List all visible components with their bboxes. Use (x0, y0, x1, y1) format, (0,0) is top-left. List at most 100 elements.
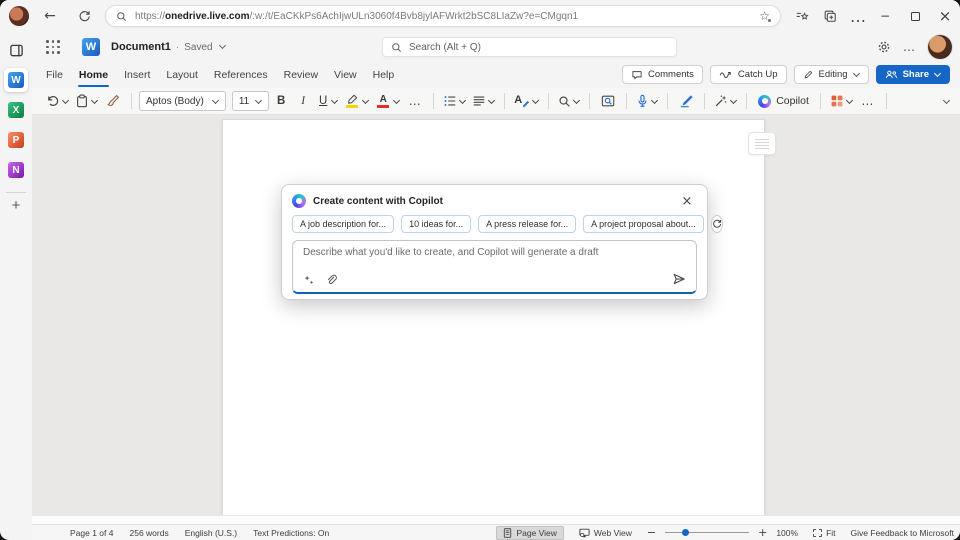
copilot-button[interactable]: Copilot (754, 95, 813, 108)
editor-button[interactable] (675, 90, 697, 112)
catch-up-button[interactable]: Catch Up (710, 65, 787, 84)
tab-help[interactable]: Help (365, 62, 403, 88)
sparkle-icon[interactable] (303, 274, 315, 286)
tab-file[interactable]: File (38, 62, 71, 88)
rail-item-excel[interactable]: X (4, 98, 28, 122)
zoom-slider[interactable] (665, 532, 749, 534)
fit-button[interactable]: Fit (807, 527, 841, 539)
highlight-button[interactable] (342, 90, 371, 112)
maximize-button[interactable] (900, 2, 930, 30)
app-launcher-button[interactable] (46, 40, 60, 54)
toolbar-overflow-button[interactable]: … (857, 90, 879, 112)
chevron-down-icon (532, 98, 539, 105)
minimize-icon: − (880, 9, 890, 23)
rail-item-powerpoint[interactable]: P (4, 128, 28, 152)
collections-button[interactable] (819, 5, 841, 27)
share-button[interactable]: Share (876, 65, 950, 84)
tab-insert[interactable]: Insert (116, 62, 158, 88)
divider (504, 93, 505, 109)
header-more-button[interactable]: … (903, 40, 916, 54)
tab-references[interactable]: References (206, 62, 276, 88)
suggestion-chip[interactable]: A project proposal about... (583, 215, 704, 233)
web-view-button[interactable]: Web View (573, 527, 638, 539)
suggestion-chip[interactable]: A press release for... (478, 215, 576, 233)
font-size-value: 11 (239, 96, 249, 107)
copilot-dialog-title: Create content with Copilot (313, 196, 443, 207)
rail-item-word[interactable]: W (4, 68, 28, 92)
find-button[interactable] (556, 90, 582, 112)
tab-review[interactable]: Review (276, 62, 326, 88)
comments-button[interactable]: Comments (622, 65, 703, 84)
tab-home[interactable]: Home (71, 62, 116, 88)
feedback-link[interactable]: Give Feedback to Microsoft (851, 528, 954, 538)
page-count[interactable]: Page 1 of 4 (70, 528, 113, 538)
format-painter-button[interactable] (102, 90, 124, 112)
document-title-group[interactable]: Document1 · Saved (111, 41, 226, 53)
command-bar: Aptos (Body) 11 B I U (32, 88, 960, 115)
sidebar-panel-button[interactable] (4, 38, 28, 62)
font-color-button[interactable]: A (373, 90, 402, 112)
font-name-select[interactable]: Aptos (Body) (139, 91, 226, 111)
align-button[interactable] (470, 90, 497, 112)
undo-button[interactable] (44, 90, 71, 112)
font-name-value: Aptos (Body) (146, 96, 204, 107)
copilot-label: Copilot (776, 95, 809, 107)
bold-button[interactable]: B (271, 95, 291, 107)
collections-icon (823, 9, 837, 23)
refresh-suggestions-button[interactable] (711, 215, 723, 233)
favorites-button[interactable] (791, 5, 813, 27)
prompt-textarea[interactable] (303, 247, 686, 268)
styles-button[interactable]: A (512, 90, 541, 112)
font-more-button[interactable]: … (404, 90, 426, 112)
editing-mode-button[interactable]: Editing (794, 65, 869, 84)
text-predictions[interactable]: Text Predictions: On (253, 528, 329, 538)
font-size-select[interactable]: 11 (232, 91, 269, 111)
underline-label: U (317, 95, 329, 107)
attach-paperclip-icon[interactable] (325, 274, 337, 286)
close-button[interactable]: × (930, 2, 960, 30)
add-app-button[interactable]: + (4, 197, 28, 214)
page-view-button[interactable]: Page View (496, 526, 563, 540)
horizontal-scrollbar[interactable] (32, 515, 960, 524)
underline-button[interactable]: U (315, 90, 340, 112)
word-count[interactable]: 256 words (129, 528, 168, 538)
url-text: https://onedrive.live.com/:w:/t/EaCKkPs6… (135, 11, 578, 22)
bookmark-button[interactable]: ☆ (759, 10, 770, 22)
document-page[interactable] (222, 119, 765, 515)
suggestion-chip[interactable]: 10 ideas for... (401, 215, 471, 233)
margin-note-button[interactable] (748, 132, 776, 155)
tab-layout[interactable]: Layout (158, 62, 206, 88)
language[interactable]: English (U.S.) (185, 528, 237, 538)
font-color-letter: A (380, 95, 387, 104)
browser-menu-button[interactable]: … (847, 5, 869, 27)
user-avatar[interactable] (928, 35, 952, 59)
paste-button[interactable] (73, 90, 100, 112)
zoom-in-button[interactable]: + (758, 526, 767, 539)
refresh-button[interactable] (71, 3, 97, 29)
address-bar[interactable]: https://onedrive.live.com/:w:/t/EaCKkPs6… (105, 5, 781, 27)
zoom-out-button[interactable]: − (647, 526, 656, 539)
refresh-icon (78, 10, 91, 23)
minimize-button[interactable]: − (870, 2, 900, 30)
autoformat-button[interactable] (712, 90, 739, 112)
search-input[interactable]: Search (Alt + Q) (382, 37, 677, 57)
bullets-button[interactable] (441, 90, 468, 112)
designer-button[interactable] (828, 90, 855, 112)
zoom-slider-handle[interactable] (682, 529, 689, 536)
send-button[interactable] (672, 272, 686, 286)
settings-button[interactable] (877, 40, 891, 54)
tab-view[interactable]: View (326, 62, 365, 88)
dictate-button[interactable] (634, 90, 660, 112)
dialog-close-button[interactable]: × (679, 195, 695, 208)
rail-item-onenote[interactable]: N (4, 158, 28, 182)
zoom-level[interactable]: 100% (776, 528, 798, 538)
suggestion-chips: A job description for... 10 ideas for...… (282, 214, 707, 240)
navigation-pane-button[interactable] (597, 90, 619, 112)
ribbon-collapse-button[interactable] (943, 98, 950, 105)
maximize-icon (911, 12, 920, 21)
divider (746, 93, 747, 109)
italic-button[interactable]: I (293, 95, 313, 107)
back-button[interactable]: ← (37, 3, 63, 29)
profile-avatar[interactable] (9, 6, 29, 26)
suggestion-chip[interactable]: A job description for... (292, 215, 394, 233)
